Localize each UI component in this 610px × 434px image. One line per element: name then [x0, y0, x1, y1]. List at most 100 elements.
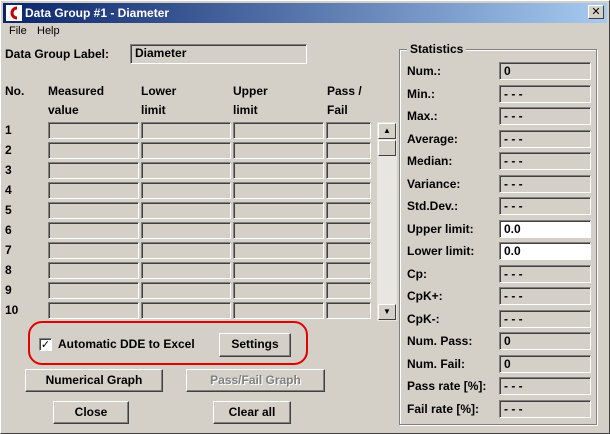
stat-value: - - -: [504, 289, 523, 303]
title-bar[interactable]: Data Group #1 - Diameter ✕: [3, 3, 607, 23]
stat-value-box: - - -: [499, 152, 591, 170]
close-icon: ✕: [591, 5, 601, 18]
col-header-lower-line1: Lower: [141, 84, 177, 98]
pass-fail-cell[interactable]: [326, 122, 371, 139]
measured-value-cell[interactable]: [48, 142, 139, 159]
stat-input[interactable]: 0.0: [499, 242, 591, 260]
lower-limit-cell[interactable]: [141, 162, 231, 179]
upper-limit-cell[interactable]: [233, 182, 324, 199]
upper-limit-cell[interactable]: [233, 122, 324, 139]
dde-checkbox[interactable]: ✓: [39, 338, 52, 351]
stat-label: Average:: [407, 131, 458, 146]
numerical-graph-button[interactable]: Numerical Graph: [25, 369, 163, 392]
col-header-upper-line2: limit: [233, 103, 258, 117]
close-button[interactable]: Close: [53, 401, 129, 424]
lower-limit-cell[interactable]: [141, 302, 231, 319]
col-header-pass-fail: Pass / Fail: [327, 82, 362, 120]
upper-limit-cell[interactable]: [233, 162, 324, 179]
menu-file[interactable]: File: [9, 25, 27, 37]
measured-value-cell[interactable]: [48, 202, 139, 219]
measured-value-cell[interactable]: [48, 222, 139, 239]
stat-label: Max.:: [407, 109, 438, 123]
measured-value-cell[interactable]: [48, 162, 139, 179]
dde-checkbox-label[interactable]: Automatic DDE to Excel: [58, 337, 195, 351]
stat-label: Cp:: [407, 266, 427, 281]
stat-value-box: 0: [499, 62, 591, 80]
pass-fail-cell[interactable]: [326, 182, 371, 199]
pass-fail-cell[interactable]: [326, 302, 371, 319]
stat-value: - - -: [504, 311, 523, 326]
stat-value-box: - - -: [499, 287, 591, 305]
stat-label: Fail rate [%]:: [407, 401, 480, 416]
stat-value: - - -: [504, 131, 523, 146]
upper-limit-cell[interactable]: [233, 142, 324, 159]
stat-label: Upper limit:: [407, 221, 474, 236]
upper-limit-cell[interactable]: [233, 242, 324, 259]
upper-limit-cell[interactable]: [233, 282, 324, 299]
measured-value-cell[interactable]: [48, 122, 139, 139]
measured-value-cell[interactable]: [48, 262, 139, 279]
stat-label: Pass rate [%]:: [407, 379, 487, 393]
scroll-thumb[interactable]: [378, 140, 396, 156]
scroll-up-button[interactable]: ▲: [378, 123, 396, 139]
stat-label: CpK-:: [407, 311, 440, 326]
pass-fail-cell[interactable]: [326, 162, 371, 179]
pass-fail-cell[interactable]: [326, 262, 371, 279]
pass-fail-cell[interactable]: [326, 242, 371, 259]
upper-limit-cell[interactable]: [233, 222, 324, 239]
col-header-upper-line1: Upper: [233, 84, 268, 98]
lower-limit-cell[interactable]: [141, 142, 231, 159]
pass-fail-cell[interactable]: [326, 222, 371, 239]
table-scrollbar[interactable]: ▲ ▼: [377, 122, 397, 321]
settings-button[interactable]: Settings: [219, 333, 291, 357]
measured-value-cell[interactable]: [48, 282, 139, 299]
lower-limit-cell[interactable]: [141, 202, 231, 219]
stat-value-box: - - -: [499, 399, 591, 418]
lower-limit-cell[interactable]: [141, 182, 231, 199]
col-header-measured: Measured value: [48, 82, 104, 120]
group-label-value: Diameter: [135, 46, 187, 60]
stat-label: Num.:: [407, 64, 441, 78]
measured-value-cell[interactable]: [48, 182, 139, 199]
upper-limit-cell[interactable]: [233, 302, 324, 319]
stat-value: - - -: [504, 86, 523, 101]
col-header-no: No.: [5, 84, 25, 98]
stat-input[interactable]: 0.0: [499, 219, 591, 238]
upper-limit-cell[interactable]: [233, 202, 324, 219]
lower-limit-cell[interactable]: [141, 282, 231, 299]
stat-value: 0: [504, 64, 511, 78]
lower-limit-cell[interactable]: [141, 122, 231, 139]
window-title: Data Group #1 - Diameter: [25, 6, 170, 20]
stat-value: - - -: [504, 109, 523, 123]
upper-limit-cell[interactable]: [233, 262, 324, 279]
pass-fail-cell[interactable]: [326, 282, 371, 299]
col-header-pass-fail-line1: Pass /: [327, 84, 362, 98]
col-header-lower-line2: limit: [141, 103, 166, 117]
menu-help[interactable]: Help: [37, 25, 60, 37]
measured-value-cell[interactable]: [48, 242, 139, 259]
lower-limit-cell[interactable]: [141, 262, 231, 279]
stat-value: 0: [504, 356, 511, 371]
close-window-button[interactable]: ✕: [588, 5, 604, 19]
lower-limit-cell[interactable]: [141, 222, 231, 239]
row-number: 5: [5, 203, 12, 217]
row-number: 10: [5, 303, 19, 317]
pass-fail-graph-button[interactable]: Pass/Fail Graph: [186, 369, 325, 392]
row-number: 6: [5, 223, 12, 237]
clear-all-button[interactable]: Clear all: [213, 401, 291, 424]
row-number: 2: [5, 143, 12, 157]
scroll-down-button[interactable]: ▼: [378, 304, 396, 320]
pass-fail-cell[interactable]: [326, 142, 371, 159]
pass-fail-cell[interactable]: [326, 202, 371, 219]
stat-value-box: - - -: [499, 129, 591, 148]
stat-label: Std.Dev.:: [407, 199, 459, 213]
arrow-down-icon: ▼: [383, 307, 391, 316]
stat-label: Median:: [407, 154, 453, 168]
measured-value-cell[interactable]: [48, 302, 139, 319]
menu-bar: File Help: [3, 23, 607, 41]
row-number: 1: [5, 123, 12, 137]
group-label-input[interactable]: Diameter: [130, 44, 307, 64]
lower-limit-cell[interactable]: [141, 242, 231, 259]
stat-value-box: - - -: [499, 377, 591, 395]
stat-value: - - -: [504, 401, 523, 416]
